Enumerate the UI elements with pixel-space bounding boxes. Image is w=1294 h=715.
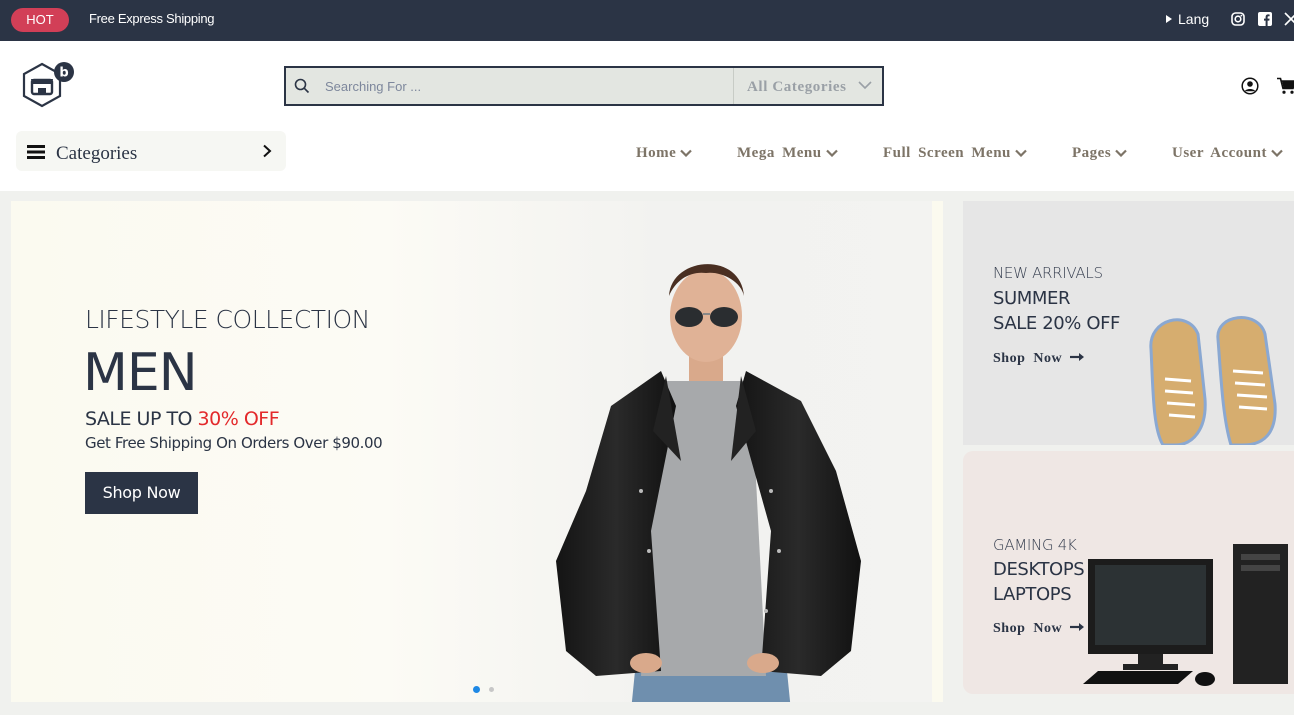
user-icon[interactable] bbox=[1241, 77, 1259, 95]
instagram-icon[interactable] bbox=[1231, 12, 1245, 26]
nav-label: Home bbox=[636, 145, 677, 161]
card-shop-now-label: Shop Now bbox=[993, 351, 1063, 366]
hot-badge: HOT bbox=[11, 8, 69, 32]
card-eyebrow: NEW ARRIVALS bbox=[993, 264, 1103, 282]
slider-dot[interactable] bbox=[489, 687, 494, 692]
nav-home[interactable]: Home bbox=[636, 145, 693, 162]
chevron-down-icon bbox=[858, 81, 872, 90]
arrow-right-icon bbox=[1070, 353, 1085, 361]
hero-shipping-text: Get Free Shipping On Orders Over $90.00 bbox=[85, 434, 383, 452]
chevron-right-icon bbox=[263, 144, 272, 158]
facebook-icon[interactable] bbox=[1258, 12, 1272, 26]
card-shop-now-link[interactable]: Shop Now bbox=[993, 351, 1085, 367]
top-bar: HOT Free Express Shipping Lang bbox=[0, 0, 1294, 41]
nav-user-account[interactable]: User Account bbox=[1172, 145, 1283, 162]
card-shop-now-label: Shop Now bbox=[993, 621, 1063, 636]
category-select-label: All Categories bbox=[747, 79, 847, 95]
chevron-down-icon bbox=[680, 149, 693, 157]
chevron-down-icon bbox=[1271, 149, 1283, 157]
cart-icon[interactable] bbox=[1277, 77, 1294, 95]
svg-text:b: b bbox=[59, 66, 68, 81]
language-label: Lang bbox=[1178, 11, 1210, 27]
chevron-down-icon bbox=[825, 149, 838, 157]
triangle-right-icon bbox=[1166, 15, 1172, 23]
nav-label: Mega Menu bbox=[737, 145, 822, 161]
shoes-image bbox=[1149, 316, 1277, 445]
nav-mega-menu[interactable]: Mega Menu bbox=[737, 145, 838, 162]
search-input[interactable] bbox=[325, 68, 725, 104]
chevron-down-icon bbox=[1015, 149, 1027, 157]
menu-icon bbox=[27, 145, 45, 159]
nav-full-screen-menu[interactable]: Full Screen Menu bbox=[883, 145, 1027, 162]
categories-label: Categories bbox=[56, 143, 138, 164]
promo-text: Free Express Shipping bbox=[89, 11, 215, 26]
nav-pages[interactable]: Pages bbox=[1072, 145, 1127, 162]
nav-label: Full Screen Menu bbox=[883, 145, 1011, 161]
chevron-down-icon bbox=[1115, 149, 1127, 157]
promo-card-summer[interactable]: NEW ARRIVALS SUMMER SALE 20% OFF Shop No… bbox=[963, 201, 1294, 445]
hero-subtitle: LIFESTYLE COLLECTION bbox=[85, 305, 370, 334]
hero-model-image bbox=[556, 264, 861, 702]
language-selector[interactable]: Lang bbox=[1166, 11, 1209, 27]
hero-shop-now-button[interactable]: Shop Now bbox=[85, 472, 198, 514]
search-bar: All Categories bbox=[284, 66, 884, 106]
nav-label: User Account bbox=[1172, 145, 1267, 161]
card-eyebrow: GAMING 4K bbox=[993, 536, 1077, 554]
card-line1: SUMMER bbox=[993, 288, 1071, 309]
sale-highlight: 30% OFF bbox=[197, 408, 280, 430]
card-line2: LAPTOPS bbox=[993, 584, 1072, 605]
card-shop-now-link[interactable]: Shop Now bbox=[993, 621, 1085, 637]
hero-slider: LIFESTYLE COLLECTION MEN SALE UP TO 30% … bbox=[11, 201, 943, 702]
x-icon[interactable] bbox=[1284, 12, 1294, 26]
desktop-computer-image bbox=[1083, 544, 1288, 686]
nav-label: Pages bbox=[1072, 145, 1112, 161]
promo-card-gaming[interactable]: GAMING 4K DESKTOPS & LAPTOPS Shop Now bbox=[963, 451, 1294, 694]
sale-prefix: SALE UP TO bbox=[85, 408, 198, 430]
hero-edge bbox=[932, 201, 943, 702]
site-logo[interactable]: b bbox=[18, 60, 76, 110]
search-icon bbox=[294, 78, 310, 94]
hero-sale-text: SALE UP TO 30% OFF bbox=[85, 408, 280, 430]
slider-dot-active[interactable] bbox=[473, 686, 480, 693]
card-line2: SALE 20% OFF bbox=[993, 313, 1121, 334]
category-select[interactable]: All Categories bbox=[733, 68, 884, 104]
hero-title: MEN bbox=[83, 343, 198, 403]
categories-button[interactable]: Categories bbox=[16, 131, 286, 171]
